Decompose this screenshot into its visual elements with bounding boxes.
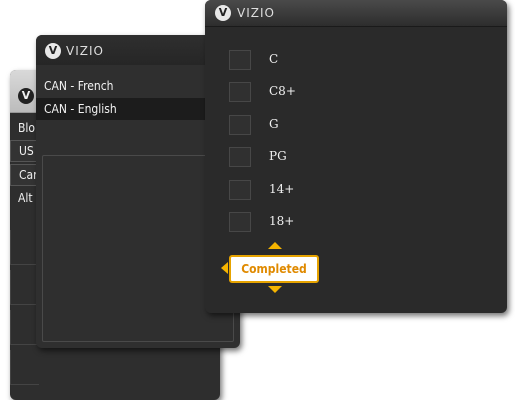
rating-checkbox[interactable] <box>229 147 251 167</box>
back-panel-divider <box>10 350 39 385</box>
rating-label: G <box>269 117 279 131</box>
rating-label: C <box>269 52 279 66</box>
vizio-logo-icon: V <box>45 43 61 59</box>
rating-checkbox[interactable] <box>229 212 251 232</box>
rating-label: C8+ <box>269 84 296 98</box>
vizio-brand-text: VIZIO <box>66 44 104 58</box>
back-panel-divider <box>10 230 39 265</box>
nav-down-arrow-icon <box>268 286 282 293</box>
vizio-logo-icon: V <box>18 88 34 104</box>
rating-checkbox[interactable] <box>229 180 251 200</box>
nav-left-arrow-icon <box>221 262 228 274</box>
vizio-brand-text: VIZIO <box>237 6 275 20</box>
back-panel-divider <box>10 310 39 345</box>
completed-button[interactable]: Completed <box>229 255 319 283</box>
rating-label: 14+ <box>269 182 295 196</box>
rating-checkbox[interactable] <box>229 115 251 135</box>
vizio-logo-icon: V <box>215 5 231 21</box>
nav-up-arrow-icon <box>268 242 282 249</box>
rating-label: PG <box>269 149 287 163</box>
rating-checkbox[interactable] <box>229 82 251 102</box>
back-panel-divider <box>10 270 39 305</box>
front-panel-header: V VIZIO <box>205 0 507 27</box>
rating-checkbox[interactable] <box>229 50 251 70</box>
rating-label: 18+ <box>269 214 295 228</box>
